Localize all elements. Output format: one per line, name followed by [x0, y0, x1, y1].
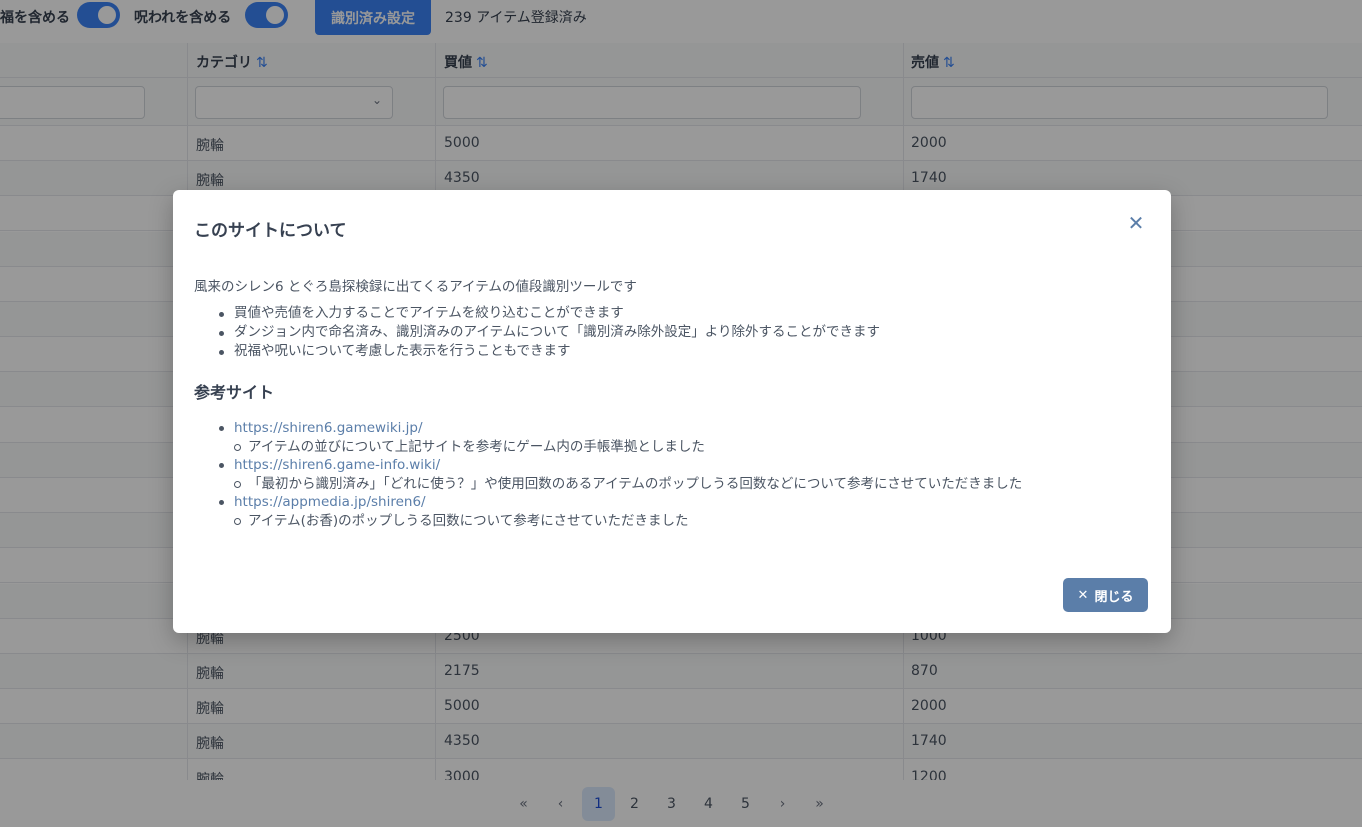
reference-note: アイテムの並びについて上記サイトを参考にゲーム内の手帳準拠としました	[234, 438, 1154, 457]
reference-list: https://shiren6.gamewiki.jp/ アイテムの並びについて…	[194, 419, 1154, 530]
list-item: 祝福や呪いについて考慮した表示を行うこともできます	[194, 342, 1154, 361]
list-item: ダンジョン内で命名済み、識別済みのアイテムについて「識別済み除外設定」より除外す…	[194, 323, 1154, 342]
reference-note: 「最初から識別済み」「どれに使う？」や使用回数のあるアイテムのポップしうる回数な…	[234, 475, 1154, 494]
close-icon[interactable]: ✕	[1125, 212, 1147, 234]
list-item: 買値や売値を入力することでアイテムを絞り込むことができます	[194, 304, 1154, 323]
intro-text: 風来のシレン6 とぐろ島探検録に出てくるアイテムの値段識別ツールです	[194, 279, 637, 295]
list-item: https://appmedia.jp/shiren6/ アイテム(お香)のポッ…	[194, 493, 1154, 530]
reference-link[interactable]: https://appmedia.jp/shiren6/	[234, 494, 426, 510]
list-item: https://shiren6.game-info.wiki/ 「最初から識別済…	[194, 456, 1154, 493]
dialog-title: このサイトについて	[194, 221, 347, 241]
about-dialog: このサイトについて ✕ 風来のシレン6 とぐろ島探検録に出てくるアイテムの値段識…	[173, 190, 1171, 633]
reference-note: アイテム(お香)のポップしうる回数について参考にさせていただきました	[234, 512, 1154, 531]
close-button-label: 閉じる	[1094, 589, 1134, 605]
reference-link[interactable]: https://shiren6.game-info.wiki/	[234, 457, 440, 473]
reference-link[interactable]: https://shiren6.gamewiki.jp/	[234, 420, 423, 436]
close-button[interactable]: ✕ 閉じる	[1063, 578, 1148, 612]
reference-heading: 参考サイト	[194, 383, 275, 402]
list-item: https://shiren6.gamewiki.jp/ アイテムの並びについて…	[194, 419, 1154, 456]
feature-list: 買値や売値を入力することでアイテムを絞り込むことができます ダンジョン内で命名済…	[194, 304, 1154, 361]
close-icon: ✕	[1077, 587, 1089, 603]
dialog-body: 風来のシレン6 とぐろ島探検録に出てくるアイテムの値段識別ツールです 買値や売値…	[194, 275, 1154, 530]
